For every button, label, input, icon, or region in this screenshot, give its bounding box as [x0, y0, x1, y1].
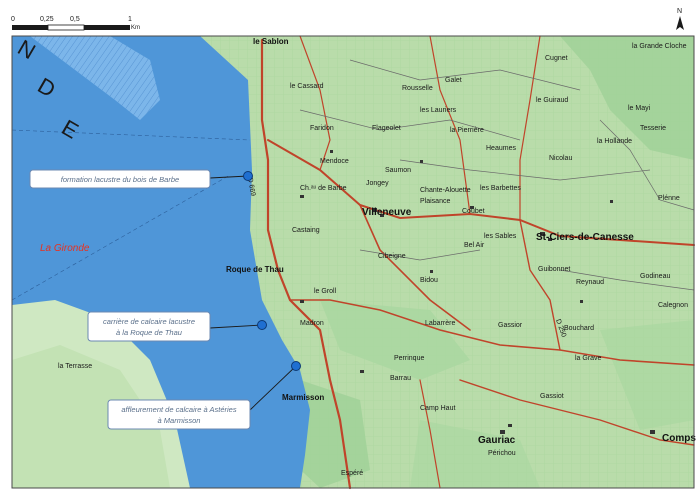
place-tesserie: Tesserie — [640, 125, 666, 132]
place-les-sables: les Sables — [484, 233, 517, 240]
place-chante-alouette: Chante-Alouette — [420, 187, 471, 194]
place-heaumes: Heaumes — [486, 145, 516, 152]
place-calegnon: Calegnon — [658, 302, 688, 309]
scale-tick-0: 0 — [11, 16, 15, 23]
place-villeneuve: Villeneuve — [362, 207, 412, 218]
place-les-barbettes: les Barbettes — [480, 185, 521, 192]
place-nicolau: Nicolau — [549, 155, 572, 162]
place-mendoce: Mendoce — [320, 158, 349, 165]
place-madron: Madron — [300, 320, 324, 327]
place-perrinque: Perrinque — [394, 355, 424, 362]
place-rousselle: Rousselle — [402, 85, 433, 92]
place-perichou: Périchou — [488, 450, 516, 457]
place-marmisson: Marmisson — [282, 393, 324, 402]
place-godineau: Godineau — [640, 273, 670, 280]
place-roque-de-thau: Roque de Thau — [226, 265, 284, 274]
place-cibeigne: Cibeigne — [378, 253, 406, 260]
place-la-grande-cloche: la Grande Cloche — [632, 43, 687, 50]
place-le-groll: le Groll — [314, 288, 337, 295]
place-les-lauriers: les Lauriers — [420, 107, 457, 114]
place-le-mayi: le Mayi — [628, 105, 651, 112]
place-saumon: Saumon — [385, 167, 411, 174]
place-espere: Espéré — [341, 470, 363, 477]
place-la-terrasse: la Terrasse — [58, 363, 92, 370]
place-cugnet: Cugnet — [545, 55, 568, 62]
scale-tick-2: 0,5 — [70, 16, 80, 23]
place-gauriac: Gauriac — [478, 435, 516, 446]
place-la-grave: la Grave — [575, 355, 602, 362]
place-galet: Galet — [445, 77, 462, 84]
place-flageolet: Flageolet — [372, 125, 401, 132]
callout-bois-de-barbe: formation lacustre du bois de Barbe — [29, 169, 211, 189]
callout-text-line1: carrière de calcaire lacustre — [103, 317, 195, 326]
north-arrow-icon: N — [676, 8, 684, 30]
place-labarrere: Labarrère — [425, 320, 455, 327]
map-frame: N D E La Gironde le Sablon Faridon Mendo… — [0, 0, 700, 496]
callout-text: formation lacustre du bois de Barbe — [61, 175, 179, 184]
place-castaing: Castaing — [292, 227, 320, 234]
river-label: La Gironde — [40, 243, 90, 254]
place-camp-haut: Camp Haut — [420, 405, 455, 412]
place-bidou: Bidou — [420, 277, 438, 284]
callout-text-line2: à Marmisson — [158, 416, 201, 425]
place-guibonnet: Guibonnet — [538, 266, 570, 273]
marker-marmisson[interactable] — [291, 361, 301, 371]
marker-roque-de-thau[interactable] — [257, 320, 267, 330]
place-reynaud: Reynaud — [576, 279, 604, 286]
place-coubet: Coubet — [462, 208, 485, 215]
place-plenne: Plénne — [658, 195, 680, 202]
north-label: N — [677, 8, 682, 15]
place-gassior: Gassior — [498, 322, 523, 329]
callout-roque-de-thau: carrière de calcaire lacustre à la Roque… — [87, 311, 211, 342]
place-jongey: Jongey — [366, 180, 389, 187]
marker-bois-de-barbe[interactable] — [243, 171, 253, 181]
place-bouchard: Bouchard — [564, 325, 594, 332]
place-le-sablon: le Sablon — [253, 37, 289, 46]
place-bel-air: Bel Air — [464, 242, 485, 249]
place-le-guiraud: le Guiraud — [536, 97, 568, 104]
scale-bar: 0 0,25 0,5 1 Km — [11, 16, 140, 31]
scale-unit: Km — [131, 25, 140, 31]
callout-marmisson: affleurement de calcaire à Astéries à Ma… — [107, 399, 251, 430]
place-la-hollande: la Hollande — [597, 138, 632, 145]
place-la-pierriere: la Pierrière — [450, 127, 484, 134]
place-barrau: Barrau — [390, 375, 411, 382]
callout-text-line1: affleurement de calcaire à Astéries — [121, 405, 236, 414]
topographic-map: N D E La Gironde le Sablon Faridon Mendo… — [11, 8, 696, 490]
scale-tick-1: 0,25 — [40, 16, 54, 23]
scale-tick-3: 1 — [128, 16, 132, 23]
place-st-ciers: St-Ciers-de-Canesse — [536, 232, 634, 243]
place-barbe: Ch.ᵃᵘ de Barbe — [300, 185, 347, 192]
place-faridon: Faridon — [310, 125, 334, 132]
place-plaisance: Plaisance — [420, 198, 450, 205]
callout-text-line2: à la Roque de Thau — [116, 328, 183, 337]
place-comps: Comps — [662, 433, 696, 444]
place-le-cassard: le Cassard — [290, 83, 324, 90]
place-gassiot: Gassiot — [540, 393, 564, 400]
